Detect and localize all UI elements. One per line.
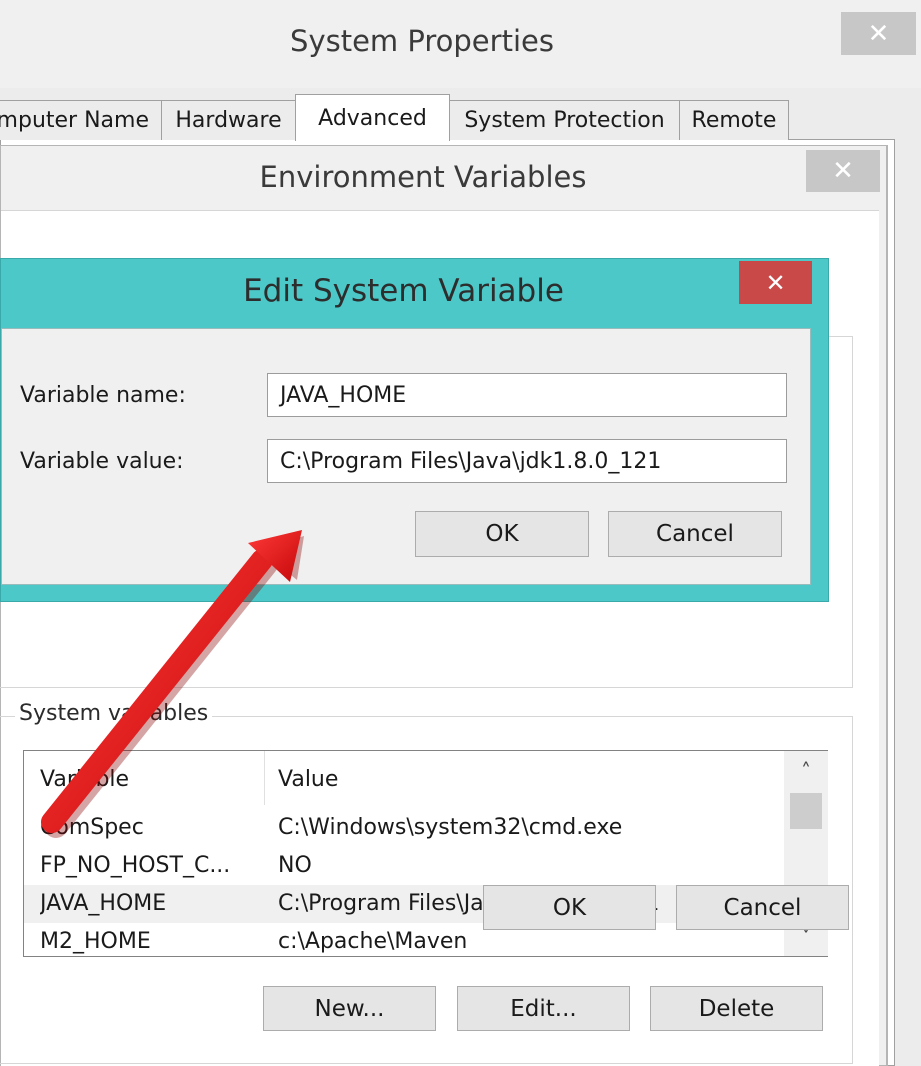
tab-remote[interactable]: Remote (679, 100, 789, 140)
table-row[interactable]: FP_NO_HOST_C... NO (24, 847, 784, 885)
variable-value-cell: C:\Windows\system32\cmd.exe (278, 815, 623, 840)
tab-label: Computer Name (0, 108, 149, 133)
edit-variable-button[interactable]: Edit... (457, 986, 630, 1031)
system-properties-tabs: Computer Name Hardware Advanced System P… (0, 94, 900, 141)
variable-value-input[interactable]: C:\Program Files\Java\jdk1.8.0_121 (267, 439, 787, 483)
variable-name-input[interactable]: JAVA_HOME (267, 373, 787, 417)
close-icon: ✕ (765, 268, 786, 297)
tab-system-protection[interactable]: System Protection (449, 100, 680, 140)
edit-ok-button[interactable]: OK (415, 511, 589, 557)
edit-system-variable-dialog: Edit System Variable ✕ Variable name: JA… (0, 258, 829, 602)
tab-label: Hardware (175, 108, 282, 133)
tab-hardware[interactable]: Hardware (161, 100, 296, 140)
tab-advanced[interactable]: Advanced (295, 94, 450, 141)
variable-value-label: Variable value: (20, 449, 184, 474)
variable-name-label: Variable name: (20, 383, 186, 408)
scroll-thumb[interactable] (790, 793, 822, 829)
scroll-up-icon[interactable]: ˄ (792, 757, 820, 785)
variable-name-cell: JAVA_HOME (40, 891, 167, 916)
environment-variables-close-button[interactable]: ✕ (806, 150, 880, 192)
column-header-variable[interactable]: Variable (40, 767, 129, 792)
delete-variable-button[interactable]: Delete (650, 986, 823, 1031)
variable-value-cell: c:\Apache\Maven (278, 929, 468, 954)
variable-name-cell: FP_NO_HOST_C... (40, 853, 231, 878)
edit-system-variable-close-button[interactable]: ✕ (739, 261, 812, 304)
environment-variables-title: Environment Variables (259, 160, 587, 194)
tab-label: System Protection (464, 108, 665, 133)
table-row[interactable]: ComSpec C:\Windows\system32\cmd.exe (24, 809, 784, 847)
table-header: Variable Value (24, 751, 784, 805)
column-header-value[interactable]: Value (278, 767, 338, 792)
environment-variables-ok-button[interactable]: OK (483, 885, 656, 930)
tab-label: Remote (691, 108, 777, 133)
tab-computer-name[interactable]: Computer Name (0, 100, 162, 140)
edit-system-variable-title: Edit System Variable (243, 273, 564, 309)
close-icon: ✕ (867, 18, 890, 49)
new-variable-button[interactable]: New... (263, 986, 436, 1031)
system-properties-title: System Properties (290, 24, 554, 58)
system-variables-label: System variables (15, 701, 213, 726)
tab-label: Advanced (318, 105, 427, 131)
edit-cancel-button[interactable]: Cancel (608, 511, 782, 557)
column-divider[interactable] (264, 751, 265, 805)
variable-name-cell: ComSpec (40, 815, 144, 840)
table-row[interactable]: M2_HOME c:\Apache\Maven (24, 923, 784, 956)
variable-name-cell: M2_HOME (40, 929, 151, 954)
system-properties-close-button[interactable]: ✕ (841, 12, 916, 55)
variable-value-cell: NO (278, 853, 312, 878)
table-row-selected[interactable]: JAVA_HOME C:\Program Files\Java\jdk1.8.0… (24, 885, 784, 923)
close-icon: ✕ (832, 156, 854, 186)
environment-variables-cancel-button[interactable]: Cancel (676, 885, 849, 930)
edit-system-variable-body: Variable name: JAVA_HOME Variable value:… (1, 328, 811, 585)
